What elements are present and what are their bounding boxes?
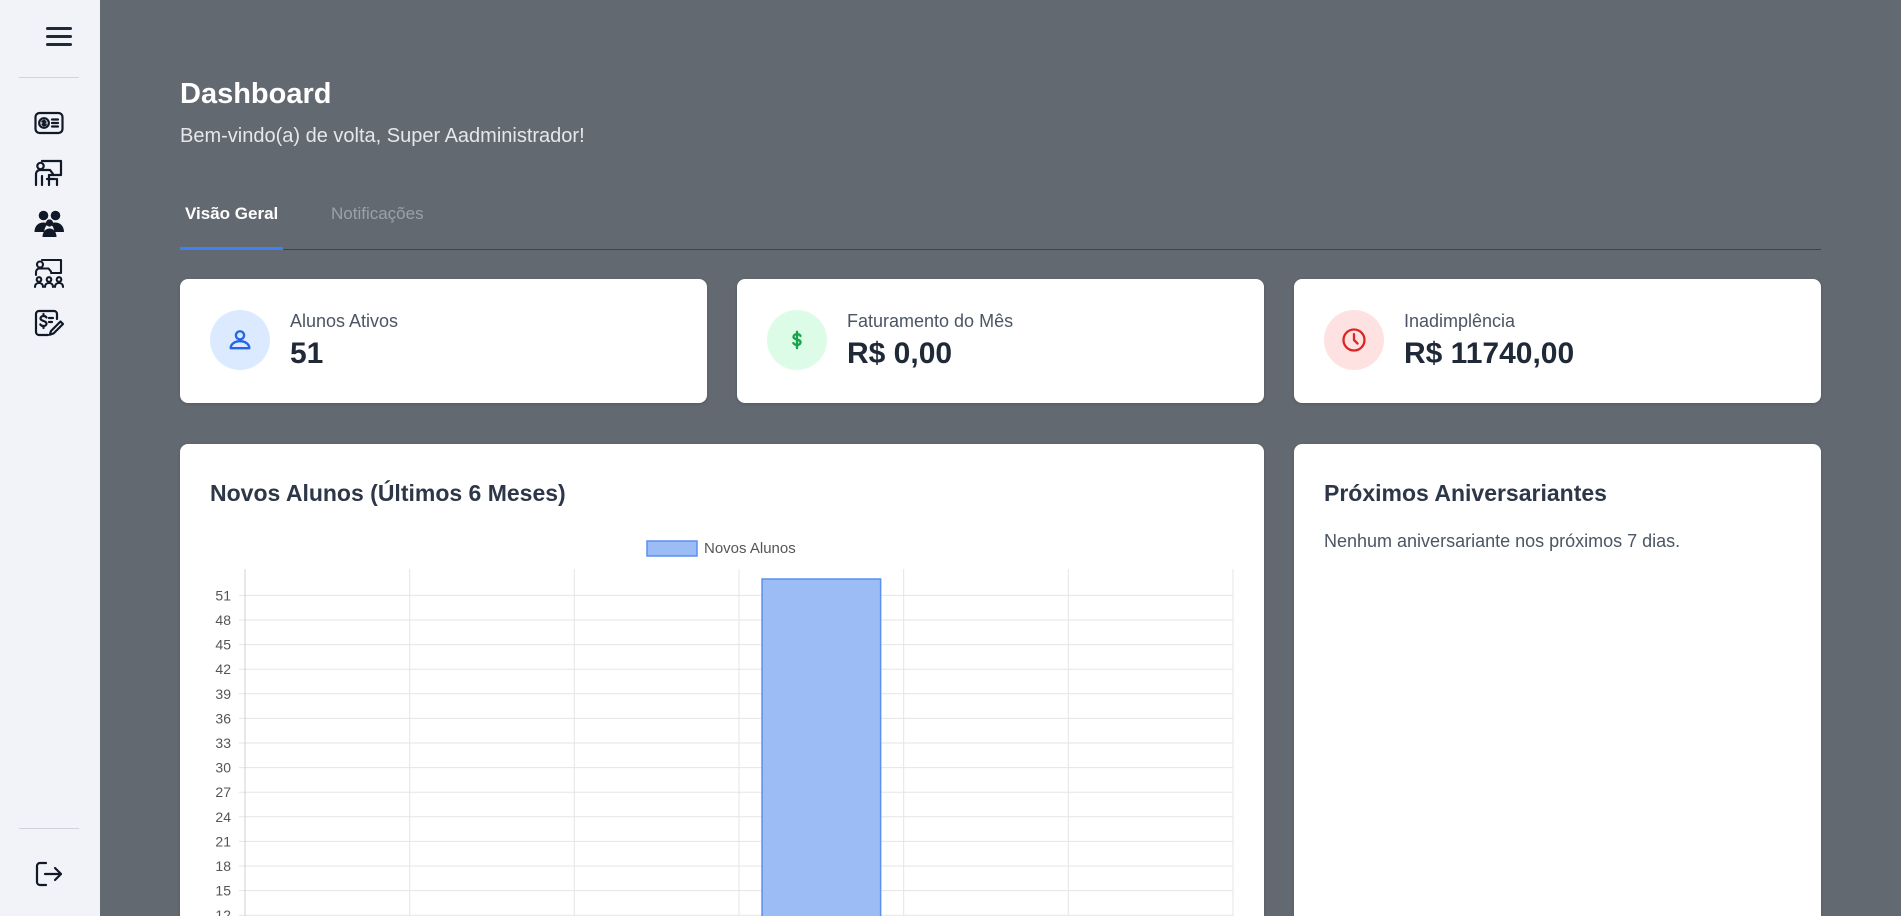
y-tick-label: 30 [215,760,231,776]
tab-bar: Visão Geral Notificações [180,200,1821,250]
chart-area: Novos Alunos 12 15 18 21 24 27 30 33 36 39 42 45 48 51 [180,444,1264,916]
tab-notifications[interactable]: Notificações [326,200,429,249]
stat-value: R$ 0,00 [847,337,953,370]
new-students-chart-panel: Novos Alunos (Últimos 6 Meses) Novos Alu… [180,444,1264,916]
y-tick-label: 21 [215,833,231,849]
birthdays-empty-text: Nenhum aniversariante nos próximos 7 dia… [1324,531,1681,551]
welcome-subtitle: Bem-vindo(a) de volta, Super Aadministra… [180,125,585,147]
stat-value: 51 [290,337,324,370]
y-tick-label: 51 [215,587,231,603]
legend-swatch [646,540,698,557]
sidebar-divider [19,77,79,78]
sidebar [0,0,100,916]
birthdays-panel: Próximos Aniversariantes Nenhum aniversa… [1294,444,1821,916]
y-tick-label: 12 [215,907,231,916]
clock-icon [1324,310,1384,370]
legend-label: Novos Alunos [704,540,796,557]
hamburger-menu-icon[interactable] [46,25,72,47]
y-tick-label: 36 [215,710,231,726]
bar-chart: Novos Alunos 12 15 18 21 24 27 30 33 36 39 42 45 48 51 [215,540,1234,916]
tab-overview[interactable]: Visão Geral [180,200,284,250]
dollar-icon [767,310,827,370]
billing-icon[interactable] [33,307,65,339]
stat-card-delinquency: Inadimplência R$ 11740,00 [1294,279,1821,403]
logout-icon[interactable] [33,858,65,890]
stat-label: Faturamento do Mês [847,311,1014,331]
stat-value: R$ 11740,00 [1404,337,1575,370]
y-tick-label: 15 [215,883,231,899]
user-icon [210,310,270,370]
classroom-icon[interactable] [33,257,65,289]
y-tick-label: 27 [215,784,231,800]
users-group-icon[interactable] [33,207,65,239]
birthdays-panel-title: Próximos Aniversariantes [1324,480,1607,506]
bar [761,578,882,916]
y-tick-label: 42 [215,661,231,677]
y-tick-label: 45 [215,637,231,653]
sidebar-divider [19,828,79,829]
y-tick-label: 24 [215,809,231,825]
teacher-board-icon[interactable] [33,157,65,189]
y-tick-label: 48 [215,612,231,628]
stat-label: Alunos Ativos [290,311,399,331]
stat-card-active-students: Alunos Ativos 51 [180,279,707,403]
page-title: Dashboard [180,78,332,110]
id-card-icon[interactable] [33,107,65,139]
y-tick-label: 33 [215,735,231,751]
y-tick-label: 39 [215,686,231,702]
stat-card-monthly-revenue: Faturamento do Mês R$ 0,00 [737,279,1264,403]
y-tick-label: 18 [215,858,231,874]
stat-label: Inadimplência [1404,311,1516,331]
